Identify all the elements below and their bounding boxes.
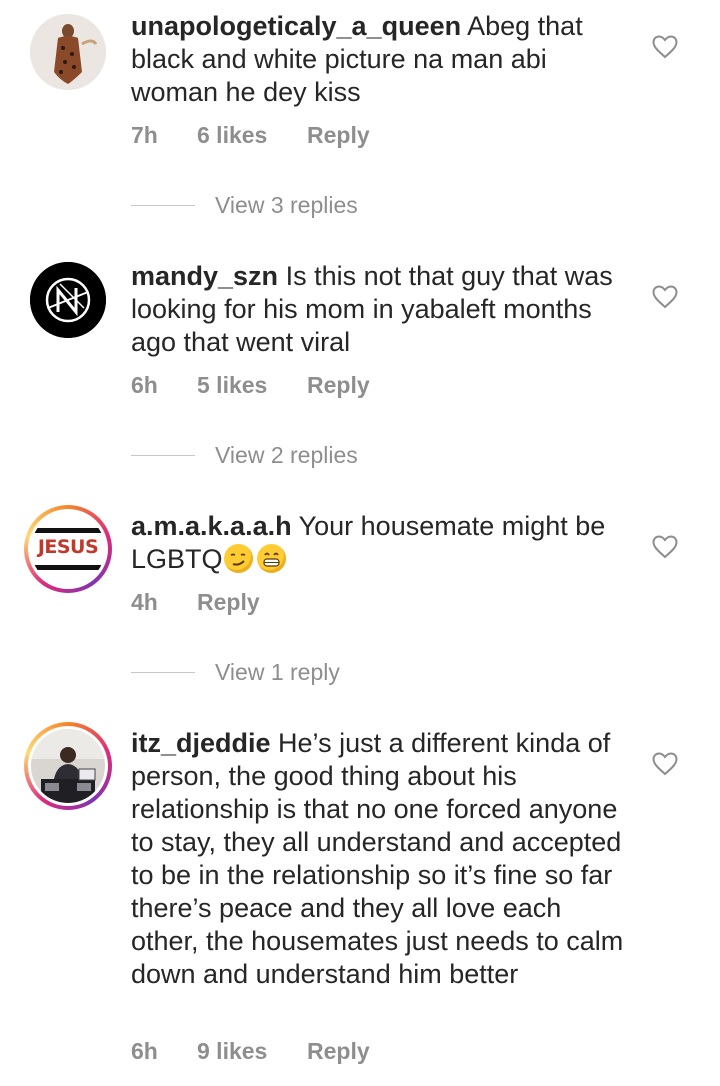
- avatar[interactable]: JESUS: [24, 505, 112, 593]
- comment-time: 4h: [131, 589, 158, 615]
- reply-button[interactable]: Reply: [307, 372, 370, 399]
- dj-photo-icon: [31, 729, 105, 803]
- comment-time: 7h: [131, 122, 158, 148]
- heart-icon[interactable]: [652, 285, 678, 309]
- avatar-ring-inner: [28, 726, 108, 806]
- comment-meta: 6h 5 likes Reply: [131, 372, 370, 399]
- comment-likes[interactable]: 6 likes: [197, 122, 307, 149]
- reply-button[interactable]: Reply: [307, 122, 370, 149]
- comment-text-block: itz_djeddie He’s just a different kinda …: [131, 727, 631, 991]
- divider-line: [131, 672, 195, 673]
- view-replies-button[interactable]: View 3 replies: [131, 192, 358, 219]
- view-replies-label: View 3 replies: [215, 192, 358, 218]
- comment-username[interactable]: unapologeticaly_a_queen: [131, 11, 461, 41]
- comment-username[interactable]: mandy_szn: [131, 261, 278, 291]
- comment-text-block: mandy_szn Is this not that guy that was …: [131, 260, 631, 359]
- avatar-text: JESUS: [37, 536, 99, 558]
- avatar-photo: [31, 729, 105, 803]
- avatar-ring-inner: JESUS: [28, 509, 108, 589]
- reply-button[interactable]: Reply: [197, 589, 260, 616]
- view-replies-label: View 1 reply: [215, 659, 340, 685]
- view-replies-label: View 2 replies: [215, 442, 358, 468]
- comment-text-block: unapologeticaly_a_queen Abeg that black …: [131, 10, 631, 109]
- grinning-face-emoji: [256, 544, 286, 573]
- logo-icon: [30, 262, 106, 338]
- comment-likes[interactable]: 5 likes: [197, 372, 307, 399]
- divider-line: [131, 205, 195, 206]
- comment-likes[interactable]: 9 likes: [197, 1038, 307, 1065]
- reply-button[interactable]: Reply: [307, 1038, 370, 1065]
- comment-username[interactable]: a.m.a.k.a.a.h: [131, 511, 292, 541]
- avatar[interactable]: [30, 14, 106, 90]
- comment-text-block: a.m.a.k.a.a.h Your housemate might be LG…: [131, 510, 631, 576]
- comment-meta: 4h Reply: [131, 589, 260, 616]
- comment-meta: 7h 6 likes Reply: [131, 122, 370, 149]
- heart-icon[interactable]: [652, 752, 678, 776]
- avatar[interactable]: [24, 722, 112, 810]
- avatar-photo-icon: [30, 14, 106, 90]
- view-replies-button[interactable]: View 2 replies: [131, 442, 358, 469]
- comment-time: 6h: [131, 372, 158, 398]
- comment-time: 6h: [131, 1038, 158, 1064]
- avatar[interactable]: [30, 262, 106, 338]
- heart-icon[interactable]: [652, 535, 678, 559]
- smirking-face-emoji: [223, 544, 253, 573]
- heart-icon[interactable]: [652, 35, 678, 59]
- comment-text: He’s just a different kinda of person, t…: [131, 728, 624, 989]
- divider-line: [131, 455, 195, 456]
- avatar-photo: JESUS: [31, 512, 105, 586]
- view-replies-button[interactable]: View 1 reply: [131, 659, 340, 686]
- comment-meta: 6h 9 likes Reply: [131, 1038, 370, 1065]
- comment-username[interactable]: itz_djeddie: [131, 728, 271, 758]
